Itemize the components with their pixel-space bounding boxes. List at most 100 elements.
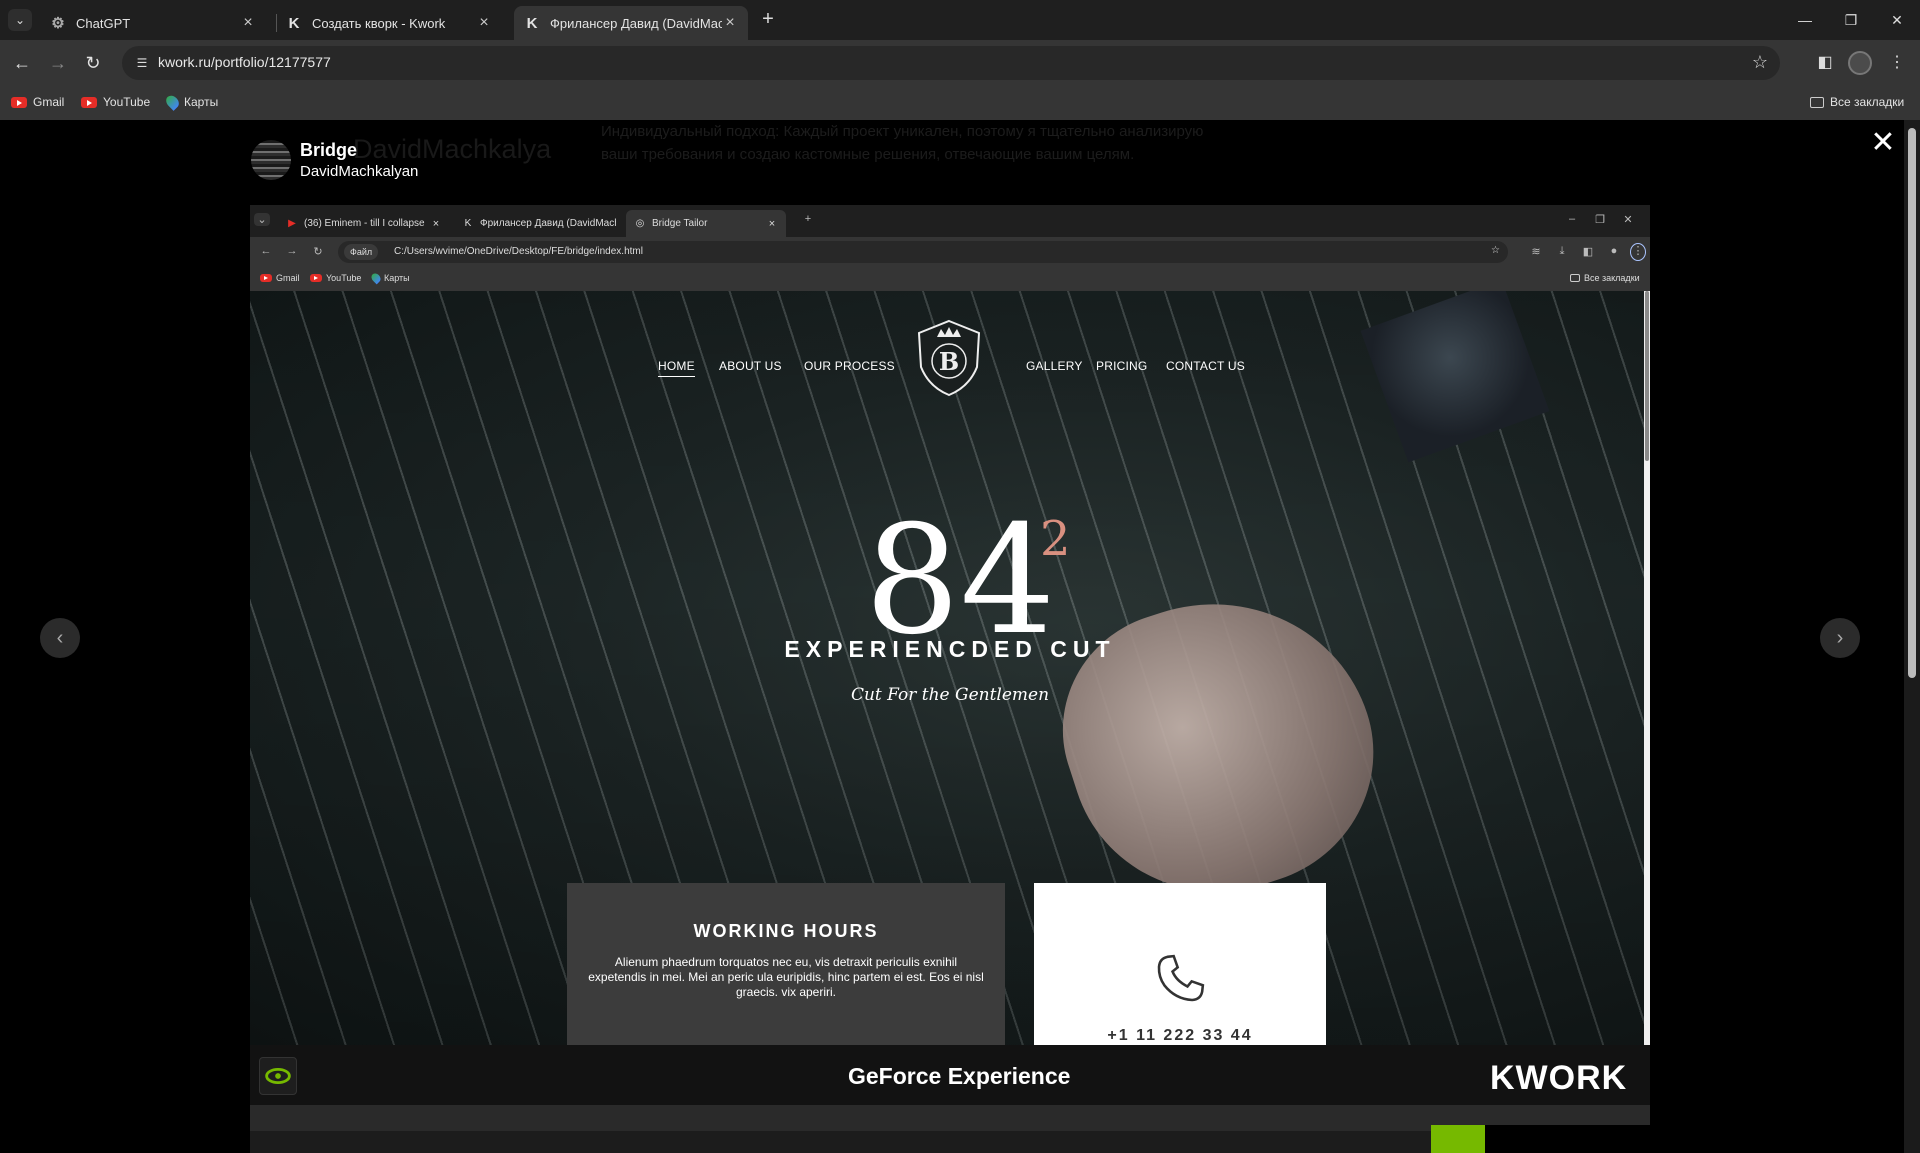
back-button[interactable]: ← [9, 50, 35, 76]
youtube-icon [81, 96, 97, 108]
tab-close-icon[interactable]: × [476, 14, 492, 32]
forward-button[interactable]: → [45, 50, 71, 76]
address-bar[interactable]: ☰ kwork.ru/portfolio/12177577 ☆ [122, 46, 1780, 80]
working-hours-card: WORKING HOURS Alienum phaedrum torquatos… [567, 883, 1005, 1045]
download-icon: ⤓ [1559, 245, 1565, 257]
chevron-down-icon: ⌄ [254, 213, 270, 226]
bookmark-youtube[interactable]: YouTube [81, 95, 150, 109]
bookmark-label: YouTube [326, 273, 362, 283]
author-avatar[interactable] [251, 140, 291, 180]
menu-dots-icon: ⋮ [1630, 243, 1646, 261]
folder-icon [1810, 96, 1824, 108]
nav-home: HOME [658, 359, 695, 377]
kwork-icon: K [288, 14, 300, 32]
menu-dots-icon[interactable]: ⋮ [1886, 52, 1908, 72]
address-url[interactable]: kwork.ru/portfolio/12177577 [158, 54, 331, 70]
bookmark-label: Все закладки [1830, 95, 1905, 109]
maps-icon [163, 93, 182, 111]
author-username[interactable]: DavidMachkalyan [300, 163, 418, 180]
back-icon: ← [260, 245, 272, 257]
inner-tab-strip: ⌄ ▶ (36) Eminem - till I collapse × K Фр… [250, 205, 1650, 237]
folder-icon [1570, 274, 1580, 282]
inner-tab-bridge: ◎ Bridge Tailor × [626, 210, 786, 237]
restore-button[interactable]: ❐ [1828, 0, 1874, 40]
youtube-icon [11, 96, 27, 108]
tab-chatgpt[interactable]: ⚙ ChatGPT × [40, 6, 266, 40]
inner-url: C:/Users/wvime/OneDrive/Desktop/FE/bridg… [394, 246, 643, 257]
kwork-icon: K [526, 14, 538, 32]
tab-freelancer-david[interactable]: K Фрилансер Давид (DavidMach × [514, 6, 748, 40]
tab-close-icon[interactable]: × [240, 14, 256, 32]
phone-number: +1 11 222 33 44 [1107, 1027, 1253, 1044]
all-bookmarks[interactable]: Все закладки [1810, 95, 1904, 109]
nav-gallery: GALLERY [1026, 359, 1083, 373]
bookmark-label: Gmail [33, 95, 65, 109]
pocket-square-graphic [1360, 291, 1550, 463]
new-tab-button[interactable]: + [757, 8, 779, 30]
bookmarks-bar: Gmail YouTube Карты Все закладки [0, 86, 1920, 120]
reload-button[interactable]: ↻ [80, 50, 106, 76]
tab-title: Bridge Tailor [652, 218, 708, 229]
side-panel-icon: ◧ [1582, 246, 1594, 258]
close-icon[interactable]: ✕ [1868, 128, 1898, 158]
profile-avatar[interactable] [1848, 51, 1872, 75]
bookmark-star-icon[interactable]: ☆ [1752, 52, 1768, 73]
inner-scrollbar-thumb [1645, 291, 1649, 461]
kwork-watermark: KWORK [1490, 1059, 1628, 1097]
nav-pricing: PRICING [1096, 359, 1148, 373]
geforce-title: GeForce Experience [848, 1063, 1071, 1089]
underlying-window [250, 1105, 1650, 1153]
bookmark-youtube: YouTube [310, 273, 361, 283]
crest-logo-icon: B [917, 319, 981, 397]
tab-kwork-create[interactable]: K Создать кворк - Kwork × [276, 6, 502, 40]
inner-scrollbar [1644, 291, 1650, 1045]
bookmark-label: YouTube [103, 95, 151, 109]
nvidia-eye-icon [259, 1057, 297, 1095]
site-hero: HOME ABOUT US OUR PROCESS B GALLERY PRIC… [250, 291, 1644, 1045]
kwork-icon: K [464, 218, 472, 229]
geforce-overlay-bar: GeForce Experience KWORK [250, 1045, 1650, 1105]
bookmark-label: Gmail [276, 273, 300, 283]
inner-toolbar: ← → ↻ Файл C:/Users/wvime/OneDrive/Deskt… [250, 237, 1650, 267]
browser-tab-strip: ⌄ ⚙ ChatGPT × K Создать кворк - Kwork × … [0, 0, 1920, 40]
next-slide-button[interactable]: › [1820, 618, 1860, 658]
hero-superscript: 2 [1040, 511, 1071, 567]
bookmark-label: Карты [384, 273, 410, 283]
prev-slide-button[interactable]: ‹ [40, 618, 80, 658]
tab-close-icon[interactable]: × [722, 14, 738, 32]
reload-icon: ↻ [313, 246, 323, 258]
minimize-icon: – [1568, 213, 1576, 225]
bookmark-gmail[interactable]: Gmail [11, 95, 64, 109]
all-bookmarks: Все закладки [1570, 273, 1640, 283]
browser-toolbar: ← → ↻ ☰ kwork.ru/portfolio/12177577 ☆ ◧ … [0, 40, 1920, 86]
close-icon: × [768, 217, 776, 230]
working-hours-text: Alienum phaedrum torquatos nec eu, vis d… [588, 955, 984, 999]
tab-title: (36) Eminem - till I collapse [304, 218, 425, 229]
dark-block [1485, 1125, 1650, 1153]
profile-icon: ● [1610, 245, 1618, 257]
close-icon: ✕ [1623, 214, 1633, 226]
site-info-icon[interactable]: ☰ [134, 55, 150, 71]
bookmark-maps: Карты [369, 271, 410, 285]
close-icon: × [432, 217, 440, 230]
tab-search-button[interactable]: ⌄ [8, 9, 32, 31]
tab-title: Фрилансер Давид (DavidMach [550, 15, 722, 31]
hero-tagline: Cut For the Gentlemen [850, 685, 1050, 705]
inner-tab-kwork: K Фрилансер Давид (DavidMach [454, 210, 624, 237]
bookmark-label: Карты [184, 95, 219, 109]
youtube-icon [260, 274, 272, 282]
inner-address-bar: Файл C:/Users/wvime/OneDrive/Desktop/FE/… [338, 241, 1508, 263]
tab-title: Фрилансер Давид (DavidMach [480, 218, 616, 229]
cast-icon: ≋ [1531, 246, 1541, 258]
page-scrollbar[interactable] [1904, 120, 1920, 1153]
background-description: Индивидуальный подход: Каждый проект уни… [601, 123, 1204, 163]
minimize-button[interactable]: — [1782, 0, 1828, 40]
nav-process: OUR PROCESS [804, 359, 895, 373]
restore-icon: ❐ [1595, 214, 1605, 226]
window-close-button[interactable]: ✕ [1874, 0, 1920, 40]
tab-title: Создать кворк - Kwork [312, 15, 446, 31]
nav-contact: CONTACT US [1166, 359, 1245, 373]
bookmark-maps[interactable]: Карты [163, 93, 219, 111]
side-panel-icon[interactable]: ◧ [1814, 52, 1836, 72]
scrollbar-thumb[interactable] [1908, 128, 1916, 678]
